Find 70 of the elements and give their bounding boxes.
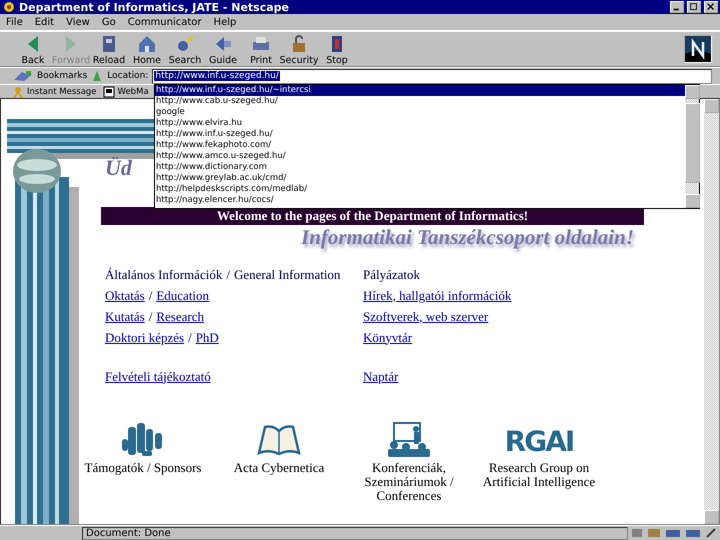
feature-caption[interactable]: Acta Cybernetica [234, 461, 324, 475]
page-link[interactable]: Education [156, 288, 210, 304]
feature-caption[interactable]: Támogatók / Sponsors [84, 461, 202, 475]
feature-caption[interactable]: Konferenciák, Szemináriumok / Conferences [347, 461, 471, 503]
window-title: Department of Informatics, JATE - Netscape [19, 0, 290, 14]
page-link[interactable]: Naptár [363, 368, 398, 384]
page-link[interactable]: Doktori képzés [105, 330, 184, 346]
bookmark-icon [12, 70, 34, 82]
page-text: / [226, 266, 230, 282]
dropdown-scrollbar[interactable] [685, 85, 699, 208]
menu-item[interactable]: Edit [34, 16, 54, 28]
autocomplete-item[interactable]: google [155, 107, 685, 118]
page-link[interactable]: Research [156, 308, 204, 324]
autocomplete-item[interactable]: http://www.inf.u-szeged.hu/ [155, 129, 685, 140]
autocomplete-item[interactable]: http://nagy.elencer.hu/cocs/ [155, 195, 685, 206]
page-text: General Information [234, 266, 340, 282]
menu-item[interactable]: Help [214, 16, 236, 28]
autocomplete-item[interactable]: http://www.amco.u-szeged.hu/ [155, 151, 685, 162]
maximize-button[interactable] [687, 1, 701, 13]
welcome-banner: Welcome to the pages of the Department of Informatics! [101, 207, 644, 225]
autocomplete-item[interactable]: http://www.fekaphoto.com/ [155, 140, 685, 151]
location-label: Location: [107, 71, 148, 81]
location-field[interactable]: http://www.inf.u-szeged.hu/ [152, 68, 712, 84]
person-icon [12, 86, 24, 98]
bookmarks-button[interactable]: Bookmarks [12, 70, 88, 82]
toolbar-button[interactable]: Guide [204, 32, 242, 66]
page-text: Pályázatok [363, 266, 420, 282]
autocomplete-item[interactable]: http://www.dictionary.com [155, 162, 685, 173]
n-logo-icon [684, 35, 712, 63]
page-link[interactable]: Felvételi tájékoztató [105, 368, 211, 384]
page-text: / [148, 308, 152, 324]
location-icon [91, 70, 104, 82]
autocomplete-item[interactable]: http://www.cab.u-szeged.hu/ [155, 96, 685, 107]
page-scrollbar[interactable] [704, 99, 719, 524]
toolbar-button[interactable]: Stop [318, 32, 356, 66]
status-text: Document: Done [82, 526, 628, 540]
close-button[interactable] [704, 1, 718, 13]
toolbar-button[interactable]: Print [242, 32, 280, 66]
page-link[interactable]: Hírek, hallgatói információk [363, 288, 512, 304]
page-link[interactable]: PhD [196, 330, 219, 346]
autocomplete-item[interactable]: http://www.greylab.ac.uk/cmd/ [155, 173, 685, 184]
menu-item[interactable]: Go [102, 16, 116, 28]
toolbar-button[interactable]: Back [14, 32, 52, 66]
autocomplete-item[interactable]: http://helpdeskscripts.com/medlab/ [155, 184, 685, 195]
page-subtitle: Informatikai Tanszékcsoport oldalain! [301, 225, 634, 250]
page-heading: Üd [105, 155, 132, 181]
toolbar-button[interactable]: Home [128, 32, 166, 66]
page-link[interactable]: Kutatás [105, 308, 145, 324]
page-link[interactable]: Szoftverek, web szerver [363, 308, 488, 324]
menu-item[interactable]: File [6, 16, 23, 28]
autocomplete-item[interactable]: http://www.inf.u-szeged.hu/~intercsi [155, 85, 685, 96]
toolbar-button[interactable]: Reload [90, 32, 128, 66]
menu-item[interactable]: Communicator [128, 16, 202, 28]
rgai-logo: RGAI [504, 427, 574, 457]
app-icon [2, 0, 16, 14]
minimize-button[interactable] [670, 1, 684, 13]
autocomplete-item[interactable]: http://www.elvira.hu [155, 118, 685, 129]
page-text: Általános Információk [105, 266, 222, 282]
book-icon [255, 423, 303, 457]
page-text: / [148, 288, 152, 304]
page-link[interactable]: Könyvtár [363, 330, 412, 346]
toolbar-link[interactable]: WebMa [102, 86, 149, 98]
page-link[interactable]: Oktatás [105, 288, 145, 304]
feature-caption[interactable]: Research Group on Artificial Intelligence [471, 461, 607, 489]
lecture-icon [386, 421, 432, 457]
toolbar-button[interactable]: Search [166, 32, 204, 66]
menu-item[interactable]: View [66, 16, 90, 28]
page-text: / [188, 330, 192, 346]
toolbar-link[interactable]: Instant Message [12, 86, 97, 98]
toolbar-button[interactable]: Security [280, 32, 318, 66]
